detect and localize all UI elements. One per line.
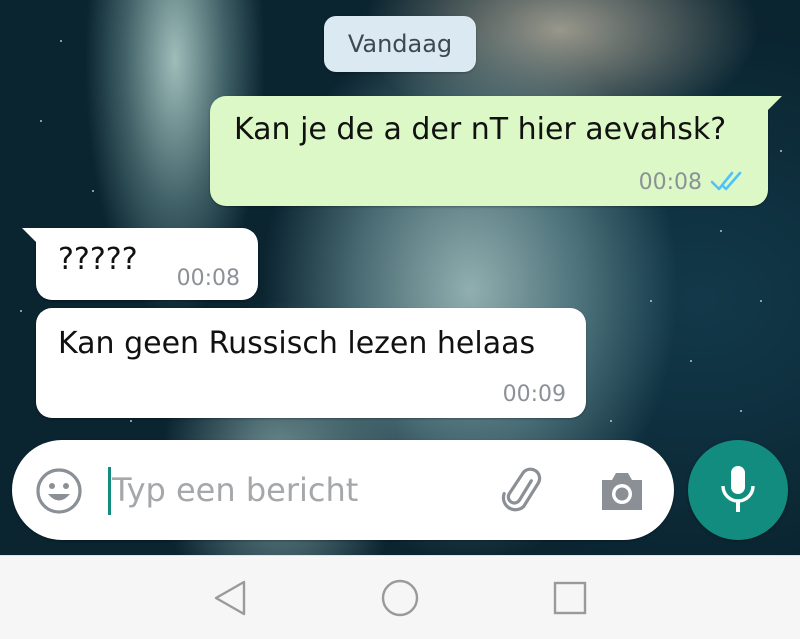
message-text: Kan je de a der nT hier aevahsk? bbox=[234, 112, 727, 147]
microphone-button[interactable] bbox=[688, 440, 788, 540]
home-circle-icon[interactable] bbox=[378, 576, 422, 620]
message-text: Kan geen Russisch lezen helaas bbox=[58, 326, 536, 361]
message-composer bbox=[12, 440, 674, 540]
camera-icon[interactable] bbox=[598, 468, 646, 514]
system-navigation-bar bbox=[0, 555, 800, 639]
paperclip-icon[interactable] bbox=[500, 466, 550, 516]
incoming-message[interactable]: ????? 00:08 bbox=[22, 228, 258, 300]
text-cursor bbox=[108, 467, 111, 515]
message-text: ????? bbox=[58, 242, 138, 277]
message-time: 00:08 bbox=[176, 266, 240, 291]
emoji-icon[interactable] bbox=[34, 466, 84, 516]
message-input[interactable] bbox=[112, 460, 472, 520]
back-triangle-icon[interactable] bbox=[208, 576, 252, 620]
message-time: 00:09 bbox=[502, 382, 566, 407]
microphone-icon bbox=[721, 466, 755, 512]
outgoing-message[interactable]: Kan je de a der nT hier aevahsk? 00:08 bbox=[210, 96, 782, 206]
message-time: 00:08 bbox=[638, 170, 702, 195]
date-chip: Vandaag bbox=[324, 16, 476, 72]
recents-square-icon[interactable] bbox=[548, 576, 592, 620]
double-check-icon bbox=[710, 171, 742, 191]
incoming-message[interactable]: Kan geen Russisch lezen helaas 00:09 bbox=[36, 308, 586, 418]
